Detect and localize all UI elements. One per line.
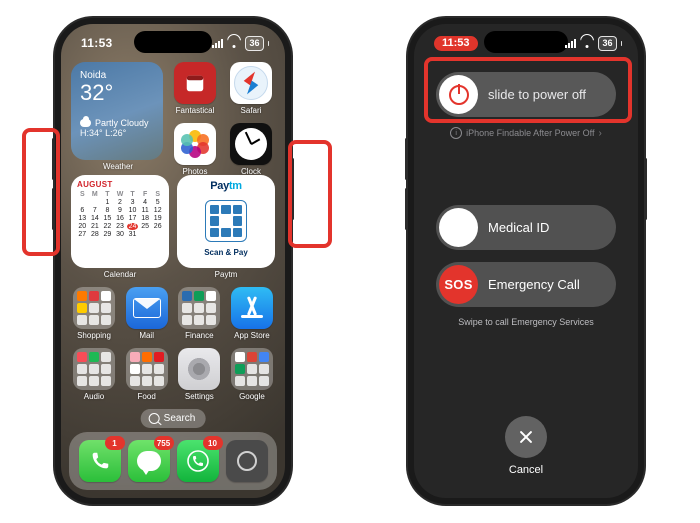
home-screen: 11:53 36 Noida 32° Partly Cloudy H:34° L… <box>61 24 285 498</box>
paytm-widget[interactable]: Paytm Scan & Pay <box>177 175 275 268</box>
safari-app-icon[interactable] <box>230 62 272 104</box>
findable-notice[interactable]: i iPhone Findable After Power Off › <box>450 127 602 139</box>
chevron-right-icon: › <box>599 128 602 139</box>
emergency-call-label: Emergency Call <box>488 277 580 292</box>
food-label: Food <box>138 392 156 401</box>
settings-label: Settings <box>185 392 214 401</box>
sos-label: SOS <box>444 277 472 292</box>
sos-knob[interactable]: SOS <box>439 265 478 304</box>
status-bar-right: 11:53 36 <box>414 32 638 54</box>
info-icon: i <box>450 127 462 139</box>
calendar-grid: SMTWTFS123456789101112131415161718192021… <box>77 191 163 238</box>
safari-label: Safari <box>241 106 262 115</box>
weather-hilo: H:34° L:26° <box>80 128 154 138</box>
clock-app-icon[interactable] <box>230 123 272 165</box>
battery-indicator-r: 36 <box>598 36 616 51</box>
phone-badge: 1 <box>105 436 125 450</box>
wifi-icon <box>227 38 241 48</box>
power-icon <box>449 85 469 105</box>
clock-face-icon <box>235 128 267 160</box>
compass-icon <box>234 66 268 100</box>
photos-app-icon[interactable] <box>174 123 216 165</box>
volume-down-button-r[interactable] <box>405 188 408 230</box>
finance-folder[interactable] <box>178 287 220 329</box>
calendar-label: Calendar <box>71 270 169 279</box>
weather-widget[interactable]: Noida 32° Partly Cloudy H:34° L:26° <box>71 62 163 160</box>
status-time: 11:53 <box>81 36 113 50</box>
medical-id-slider[interactable]: ✱ Medical ID <box>436 205 616 250</box>
appstore-label: App Store <box>234 331 270 340</box>
weather-temp: 32° <box>80 82 154 104</box>
photos-flower-icon <box>181 130 209 158</box>
status-bar-left: 11:53 36 <box>61 32 285 54</box>
gear-icon <box>185 355 213 383</box>
cancel-button[interactable] <box>505 416 547 458</box>
audio-folder[interactable] <box>73 348 115 390</box>
shopping-label: Shopping <box>77 331 111 340</box>
mail-label: Mail <box>139 331 154 340</box>
wifi-icon-r <box>580 38 594 48</box>
appstore-app-icon[interactable] <box>231 287 273 329</box>
emergency-call-slider[interactable]: SOS Emergency Call <box>436 262 616 307</box>
search-label: Search <box>164 413 196 424</box>
whatsapp-badge: 10 <box>203 436 223 450</box>
volume-up-button[interactable] <box>52 138 55 180</box>
camera-lens-icon <box>237 451 257 471</box>
power-slider-knob[interactable] <box>439 75 478 114</box>
google-folder[interactable] <box>231 348 273 390</box>
battery-indicator: 36 <box>245 36 263 51</box>
paytm-label: Paytm <box>177 270 275 279</box>
volume-up-button-r[interactable] <box>405 138 408 180</box>
status-time-pill: 11:53 <box>434 36 478 51</box>
power-slider-label: slide to power off <box>488 87 586 102</box>
search-icon <box>149 413 160 424</box>
phone-right-frame: 11:53 36 slide to power off i i <box>408 18 644 504</box>
qr-icon <box>205 200 247 242</box>
fantastical-app-icon[interactable] <box>174 62 216 104</box>
camera-app-icon[interactable] <box>226 440 268 482</box>
medical-id-knob[interactable]: ✱ <box>439 208 478 247</box>
calendar-widget[interactable]: AUGUST SMTWTFS12345678910111213141516171… <box>71 175 169 268</box>
annotation-side-button <box>288 140 332 248</box>
envelope-icon <box>133 298 161 318</box>
audio-label: Audio <box>84 392 104 401</box>
speech-bubble-icon <box>137 451 161 471</box>
calendar-month: AUGUST <box>77 180 163 189</box>
appstore-logo-icon <box>238 294 266 322</box>
weather-condition: Partly Cloudy <box>80 118 154 128</box>
power-off-screen: 11:53 36 slide to power off i i <box>414 24 638 498</box>
food-folder[interactable] <box>126 348 168 390</box>
cancel-label: Cancel <box>509 464 543 476</box>
cellular-icon-r <box>565 38 576 48</box>
scan-pay-label: Scan & Pay <box>204 248 248 257</box>
swipe-instruction: Swipe to call Emergency Services <box>458 317 594 327</box>
volume-down-button[interactable] <box>52 188 55 230</box>
side-power-button[interactable] <box>291 158 294 220</box>
paytm-logo: Paytm <box>210 180 242 192</box>
phone-left-frame: 11:53 36 Noida 32° Partly Cloudy H:34° L… <box>55 18 291 504</box>
shopping-folder[interactable] <box>73 287 115 329</box>
side-power-button-r[interactable] <box>644 158 647 220</box>
messages-badge: 755 <box>154 436 174 450</box>
settings-app-icon[interactable] <box>178 348 220 390</box>
mail-app-icon[interactable] <box>126 287 168 329</box>
finance-label: Finance <box>185 331 213 340</box>
dock: 1 755 10 <box>69 432 277 490</box>
medical-id-label: Medical ID <box>488 220 549 235</box>
fantastical-label: Fantastical <box>176 106 215 115</box>
asterisk-icon: ✱ <box>453 220 464 236</box>
cellular-icon <box>212 38 223 48</box>
cloud-icon <box>80 119 91 127</box>
close-icon <box>518 429 534 445</box>
google-label: Google <box>239 392 265 401</box>
slide-to-power-off[interactable]: slide to power off <box>436 72 616 117</box>
home-search-pill[interactable]: Search <box>141 409 206 428</box>
